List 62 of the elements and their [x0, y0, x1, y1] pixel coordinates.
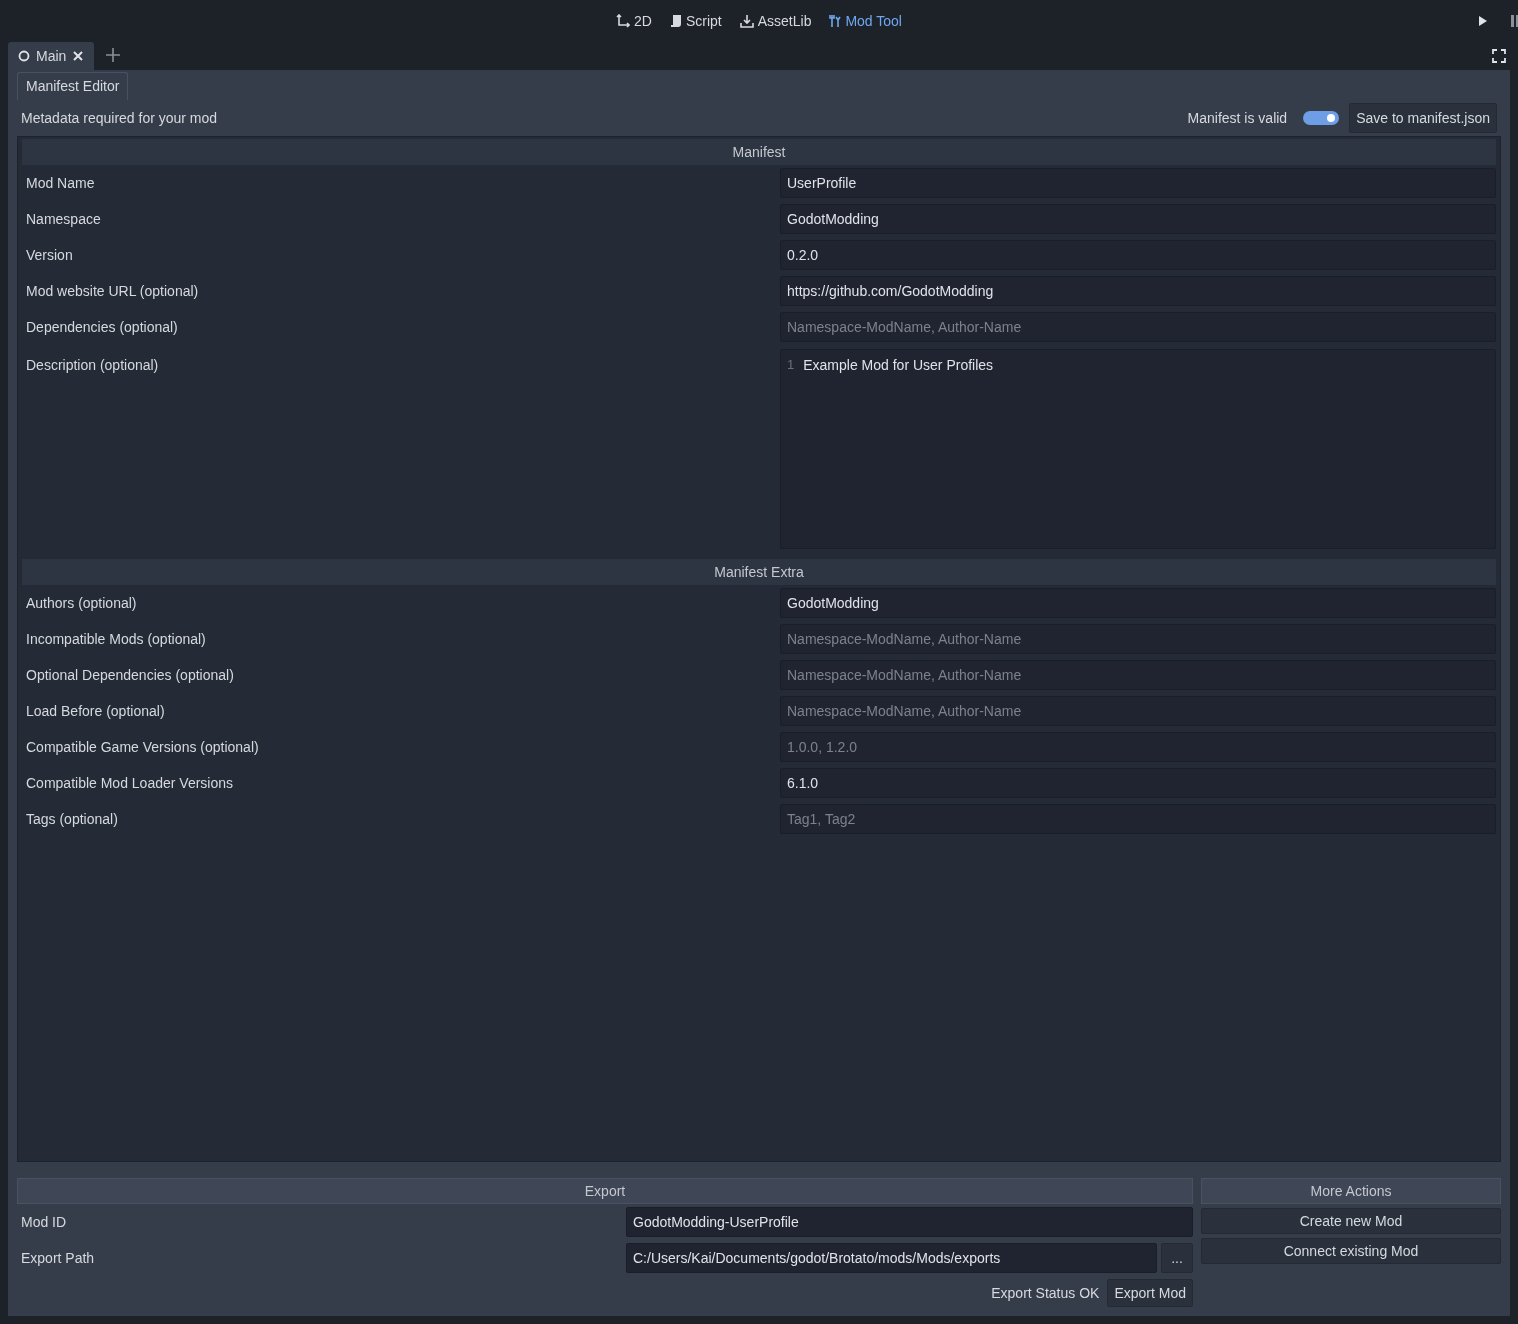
text-line: Example Mod for User Profiles — [803, 356, 994, 375]
description-text: Metadata required for your mod — [21, 108, 218, 128]
text-field[interactable]: Namespace-ModName, Author-Name — [780, 660, 1496, 690]
field-label: Version — [25, 245, 74, 265]
field-label: Export Path — [20, 1248, 96, 1268]
text-field[interactable]: Namespace-ModName, Author-Name — [780, 696, 1496, 726]
field-label: Dependencies (optional) — [25, 317, 179, 337]
editor-tab[interactable]: Manifest Editor — [17, 72, 129, 100]
scene-tab[interactable]: Main — [8, 42, 95, 70]
text-field[interactable]: GodotModding — [780, 204, 1496, 234]
pause-icon[interactable] — [1510, 15, 1518, 27]
field-label: Optional Dependencies (optional) — [25, 665, 235, 685]
browse-button[interactable]: ... — [1161, 1243, 1193, 1273]
status-text: Export Status OK — [991, 1283, 1100, 1303]
section-header: More Actions — [1201, 1178, 1501, 1204]
toolbar-tab[interactable]: Script — [669, 10, 722, 32]
field-label: Authors (optional) — [25, 593, 138, 613]
save-button[interactable]: Save to manifest.json — [1349, 103, 1497, 133]
field-label: Load Before (optional) — [25, 701, 166, 721]
toolbar-tab[interactable]: Mod Tool — [829, 10, 902, 32]
text-field[interactable]: Namespace-ModName, Author-Name — [780, 312, 1496, 342]
text-field[interactable]: Tag1, Tag2 — [780, 804, 1496, 834]
text-field[interactable]: C:/Users/Kai/Documents/godot/Brotato/mods/Mods/exports — [626, 1243, 1157, 1273]
field-label: Compatible Mod Loader Versions — [25, 773, 234, 793]
field-label: Tags (optional) — [25, 809, 119, 829]
section-header: Manifest — [22, 139, 1496, 165]
action-button[interactable]: Create new Mod — [1201, 1208, 1501, 1234]
field-label: Mod Name — [25, 173, 96, 193]
section-header: Export — [17, 1178, 1193, 1204]
field-label: Incompatible Mods (optional) — [25, 629, 207, 649]
tools-icon — [829, 14, 842, 28]
download-icon — [739, 14, 754, 28]
text-field[interactable]: 6.1.0 — [780, 768, 1496, 798]
export-button[interactable]: Export Mod — [1107, 1279, 1193, 1307]
toggle-switch[interactable] — [1303, 111, 1340, 125]
text-field[interactable]: 1.0.0, 1.2.0 — [780, 732, 1496, 762]
text-field[interactable]: https://github.com/GodotModding — [780, 276, 1496, 306]
close-icon[interactable] — [72, 50, 85, 62]
valid-label: Manifest is valid — [1187, 108, 1288, 128]
field-label: Namespace — [25, 209, 102, 229]
plus-icon[interactable] — [106, 48, 121, 62]
section-header: Manifest Extra — [22, 559, 1496, 585]
play-icon[interactable] — [1478, 15, 1488, 27]
action-button[interactable]: Connect existing Mod — [1201, 1238, 1501, 1264]
tab-label: Main — [36, 46, 67, 66]
axes-icon — [616, 14, 630, 28]
circle-icon — [18, 50, 30, 62]
field-label: Mod ID — [20, 1212, 68, 1232]
text-field[interactable]: 0.2.0 — [780, 240, 1496, 270]
field-label: Description (optional) — [25, 356, 160, 375]
fullscreen-icon[interactable] — [1492, 49, 1506, 63]
field-label: Compatible Game Versions (optional) — [25, 737, 260, 757]
text-area[interactable]: 1 Example Mod for User Profiles — [780, 349, 1496, 549]
text-field[interactable]: GodotModding — [780, 588, 1496, 618]
scroll-icon — [669, 14, 682, 28]
text-field[interactable]: Namespace-ModName, Author-Name — [780, 624, 1496, 654]
toolbar-tab[interactable]: 2D — [616, 10, 652, 32]
toolbar-tab[interactable]: AssetLib — [739, 10, 812, 32]
text-field[interactable]: GodotModding-UserProfile — [626, 1207, 1193, 1237]
line-number: 1 — [787, 356, 795, 374]
field-label: Mod website URL (optional) — [25, 281, 200, 301]
text-field[interactable]: UserProfile — [780, 168, 1496, 198]
